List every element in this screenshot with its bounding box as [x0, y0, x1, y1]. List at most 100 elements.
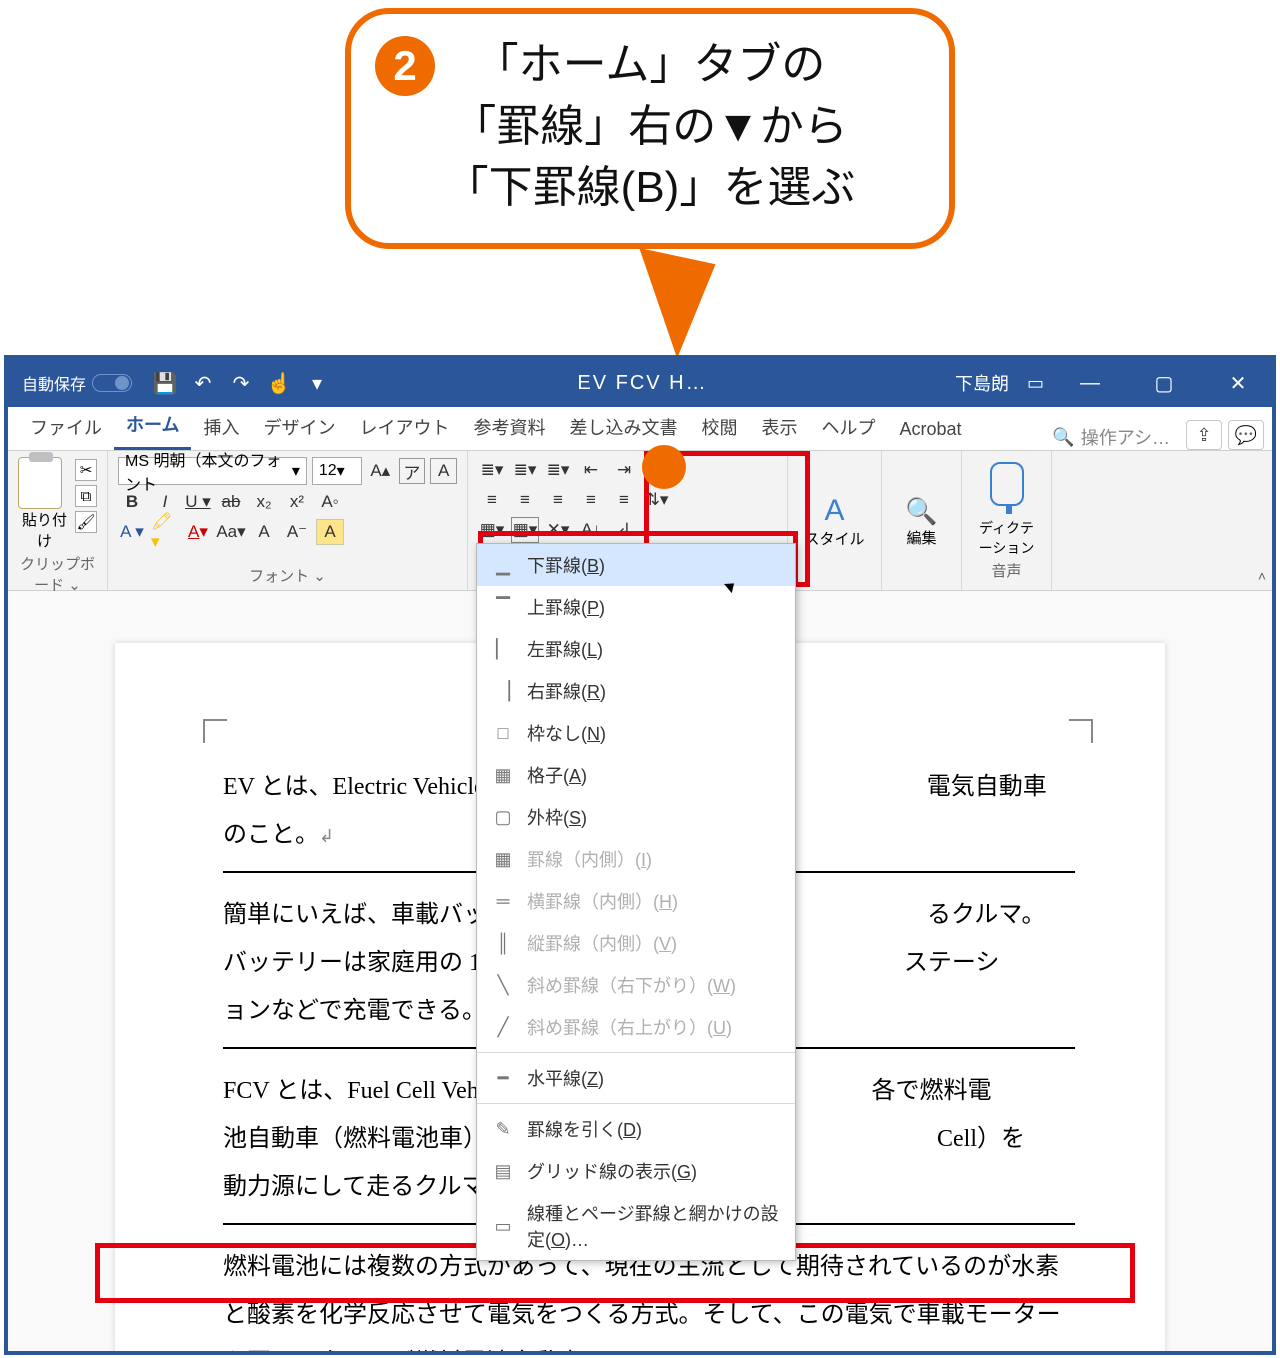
- instruction-callout: 2 「ホーム」タブの 「罫線」右の▼から 「下罫線(B)」を選ぶ: [345, 8, 955, 249]
- borders-menu-item-outside[interactable]: ▢外枠(S): [477, 796, 795, 838]
- borders-menu-item-all[interactable]: ▦格子(A): [477, 754, 795, 796]
- callout-target-dot: [642, 445, 686, 489]
- shading-icon[interactable]: ▦▾: [478, 517, 506, 543]
- undo-icon[interactable]: ↶: [190, 370, 216, 396]
- paste-icon[interactable]: [18, 457, 62, 509]
- enclose-char-icon[interactable]: A: [430, 458, 457, 484]
- hrule-icon: ━: [491, 1067, 515, 1089]
- align-left-icon[interactable]: ≡: [478, 487, 506, 513]
- multilevel-icon[interactable]: ≣▾: [544, 457, 572, 483]
- bold-button[interactable]: B: [118, 489, 146, 515]
- redo-icon[interactable]: ↷: [228, 370, 254, 396]
- top-icon: ▔: [491, 596, 515, 618]
- borders-menu-item-grid[interactable]: ▤グリッド線の表示(G): [477, 1150, 795, 1192]
- minimize-button[interactable]: —: [1062, 359, 1118, 407]
- borders-menu-item-inside-v: ║ 縦罫線（内側）(V): [477, 922, 795, 964]
- phonetic-guide-icon[interactable]: ア: [399, 458, 426, 484]
- borders-menu-item-left[interactable]: ▏左罫線(L): [477, 628, 795, 670]
- change-case-icon[interactable]: Aa▾: [217, 519, 245, 545]
- menu-item-label: 横罫線（内側）(H): [527, 888, 678, 914]
- menu-item-label: 右罫線(R): [527, 678, 606, 704]
- subscript-button[interactable]: x₂: [250, 489, 278, 515]
- font-color-icon[interactable]: A▾: [184, 519, 212, 545]
- copy-icon[interactable]: ⧉: [75, 485, 97, 507]
- menu-item-label: 上罫線(P): [527, 594, 605, 620]
- styles-icon: A: [824, 494, 844, 528]
- borders-menu-item-diag-down: ╲斜め罫線（右下がり）(W): [477, 964, 795, 1006]
- tab-home[interactable]: ホーム: [114, 401, 191, 450]
- asian-layout-icon[interactable]: ✕▾: [544, 517, 572, 543]
- tell-me-search[interactable]: 🔍 操作アシ…: [1044, 424, 1178, 450]
- inside-v-icon: ║: [491, 932, 515, 954]
- justify-icon[interactable]: ≡: [577, 487, 605, 513]
- borders-menu-item-bottom[interactable]: ▁下罫線(B): [477, 544, 795, 586]
- grid-icon: ▤: [491, 1160, 515, 1182]
- char-border-icon[interactable]: A: [316, 519, 344, 545]
- menu-item-label: 縦罫線（内側）(V): [527, 930, 677, 956]
- menu-item-label: 罫線を引く(D): [527, 1116, 642, 1142]
- tab-view[interactable]: 表示: [749, 404, 809, 450]
- superscript-button[interactable]: x²: [283, 489, 311, 515]
- tab-acrobat[interactable]: Acrobat: [887, 409, 973, 450]
- maximize-button[interactable]: ▢: [1136, 359, 1192, 407]
- grow-font-icon[interactable]: A▴: [367, 458, 394, 484]
- save-icon[interactable]: 💾: [152, 370, 178, 396]
- comments-button[interactable]: 💬: [1228, 420, 1264, 450]
- borders-menu-item-draw[interactable]: ✎罫線を引く(D): [477, 1108, 795, 1150]
- clear-format-icon[interactable]: A◦: [316, 489, 344, 515]
- char-shading-icon[interactable]: A⁻: [283, 519, 311, 545]
- tab-help[interactable]: ヘルプ: [809, 404, 887, 450]
- format-painter-icon[interactable]: 🖌: [75, 511, 97, 533]
- tab-file[interactable]: ファイル: [18, 404, 114, 450]
- group-font: MS 明朝（本文のフォント ▾ 12 ▾ A▴ ア A B I U ▾ ab x…: [108, 451, 468, 590]
- tab-insert[interactable]: 挿入: [191, 404, 251, 450]
- tab-layout[interactable]: レイアウト: [347, 404, 461, 450]
- bullets-icon[interactable]: ≣▾: [478, 457, 506, 483]
- borders-menu-item-top[interactable]: ▔ 上罫線(P): [477, 586, 795, 628]
- decrease-indent-icon[interactable]: ⇤: [577, 457, 605, 483]
- qat-customize-icon[interactable]: ▾: [304, 370, 330, 396]
- user-name[interactable]: 下島朗: [955, 370, 1009, 396]
- distribute-icon[interactable]: ≡: [610, 487, 638, 513]
- close-button[interactable]: ✕: [1210, 359, 1266, 407]
- group-editing[interactable]: 🔍 編集: [882, 451, 962, 590]
- paste-label[interactable]: 貼り付け: [18, 509, 71, 551]
- dictation-label[interactable]: ディクテーション: [972, 518, 1041, 558]
- text-effects-icon[interactable]: A ▾: [118, 519, 146, 545]
- sort-icon[interactable]: A↓: [577, 517, 605, 543]
- group-styles[interactable]: A スタイル: [788, 451, 882, 590]
- ribbon-display-icon[interactable]: ▭: [1027, 373, 1044, 394]
- font-size-combo[interactable]: 12 ▾: [312, 457, 362, 485]
- increase-indent-icon[interactable]: ⇥: [610, 457, 638, 483]
- share-button[interactable]: ⇪: [1186, 420, 1222, 450]
- font-name-combo[interactable]: MS 明朝（本文のフォント ▾: [118, 457, 307, 485]
- collapse-ribbon-icon[interactable]: ˄: [1258, 568, 1266, 584]
- microphone-icon[interactable]: [990, 462, 1024, 506]
- align-center-icon[interactable]: ≡: [511, 487, 539, 513]
- inside-icon: ▦: [491, 848, 515, 870]
- borders-menu-item-none[interactable]: □枠なし(N): [477, 712, 795, 754]
- group-label-clipboard: クリップボード ⌄: [18, 551, 97, 595]
- highlight-icon[interactable]: 🖍▾: [151, 519, 179, 545]
- strike-button[interactable]: ab: [217, 489, 245, 515]
- autosave-toggle[interactable]: 自動保存: [22, 371, 132, 395]
- borders-menu-item-options[interactable]: ▭線種とページ罫線と網かけの設定(O)…: [477, 1192, 795, 1260]
- tab-design[interactable]: デザイン: [251, 404, 347, 450]
- menu-item-label: 罫線（内側）(I): [527, 846, 652, 872]
- search-icon: 🔍: [1052, 427, 1074, 448]
- tab-references[interactable]: 参考資料: [461, 404, 557, 450]
- tab-mailings[interactable]: 差し込み文書: [557, 404, 689, 450]
- margin-corner-icon: [1069, 719, 1093, 743]
- tab-review[interactable]: 校閲: [689, 404, 749, 450]
- shrink-font-icon[interactable]: A: [250, 519, 278, 545]
- borders-button[interactable]: ▦▾: [511, 517, 539, 543]
- cut-icon[interactable]: ✂: [75, 459, 97, 481]
- show-marks-icon[interactable]: ↲: [610, 517, 638, 543]
- touch-mode-icon[interactable]: ☝: [266, 370, 292, 396]
- numbering-icon[interactable]: ≣▾: [511, 457, 539, 483]
- borders-menu-item-hrule[interactable]: ━水平線(Z): [477, 1057, 795, 1099]
- align-right-icon[interactable]: ≡: [544, 487, 572, 513]
- underline-button[interactable]: U ▾: [184, 489, 212, 515]
- borders-menu-item-right[interactable]: ▕右罫線(R): [477, 670, 795, 712]
- line-spacing-icon[interactable]: ⇅▾: [643, 487, 671, 513]
